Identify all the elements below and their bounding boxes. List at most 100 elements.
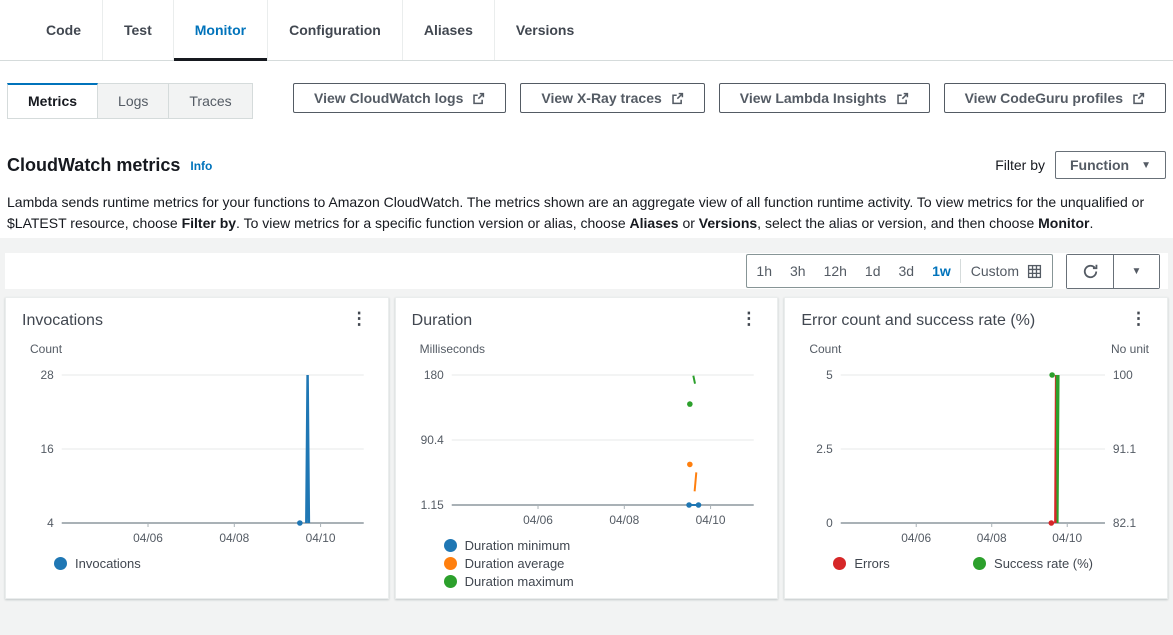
legend-item-duration-maximum[interactable]: Duration maximum	[444, 574, 602, 589]
subtab-traces[interactable]: Traces	[169, 83, 252, 119]
card-header: Invocations ⋮	[22, 312, 372, 330]
svg-text:16: 16	[41, 442, 55, 456]
view-lambda-insights-button[interactable]: View Lambda Insights	[719, 83, 930, 113]
chart-plot: 2816404/0604/0804/10	[22, 361, 372, 547]
button-label: View X-Ray traces	[541, 90, 661, 106]
filter-dropdown-value: Function	[1070, 157, 1129, 173]
axis-unit-row: Milliseconds	[412, 342, 762, 357]
legend-color-dot	[54, 557, 67, 570]
series-line	[693, 376, 695, 384]
metrics-cards: Invocations⋮Count2816404/0604/0804/10Inv…	[5, 297, 1168, 599]
tab-code[interactable]: Code	[25, 0, 102, 60]
tab-monitor[interactable]: Monitor	[173, 0, 267, 60]
series-marker	[297, 520, 303, 526]
button-label: View CloudWatch logs	[314, 90, 463, 106]
info-link[interactable]: Info	[190, 159, 212, 173]
range-3h[interactable]: 3h	[781, 255, 815, 287]
legend-item-errors[interactable]: Errors	[833, 556, 889, 571]
legend-color-dot	[444, 575, 457, 588]
external-link-icon	[671, 92, 684, 105]
series-marker	[695, 502, 701, 508]
time-bar: 1h3h12h1d3d1w Custom ▼	[5, 253, 1168, 289]
legend-label: Errors	[854, 556, 889, 571]
metric-card-1: Invocations⋮Count2816404/0604/0804/10Inv…	[5, 297, 389, 599]
series-line	[694, 472, 696, 491]
range-custom-label: Custom	[971, 263, 1019, 279]
external-link-icon	[1132, 92, 1145, 105]
chevron-down-icon: ▼	[1141, 160, 1151, 171]
svg-text:91.1: 91.1	[1113, 442, 1137, 456]
right-axis-unit-label: No unit	[1111, 342, 1149, 357]
range-1h[interactable]: 1h	[747, 255, 781, 287]
refresh-button[interactable]	[1067, 255, 1113, 288]
legend-label: Duration minimum	[465, 538, 570, 553]
legend-label: Invocations	[75, 556, 141, 571]
card-header: Duration ⋮	[412, 312, 762, 330]
legend-color-dot	[444, 557, 457, 570]
widget-menu-button[interactable]: ⋮	[347, 312, 372, 326]
chart-title: Duration	[412, 312, 472, 330]
legend-label: Duration maximum	[465, 574, 574, 589]
subtab-metrics[interactable]: Metrics	[7, 83, 98, 119]
svg-text:04/10: 04/10	[695, 513, 725, 527]
svg-text:04/10: 04/10	[1053, 531, 1083, 545]
refresh-options-button[interactable]: ▼	[1113, 255, 1159, 288]
button-label: View Lambda Insights	[740, 90, 887, 106]
tab-aliases[interactable]: Aliases	[402, 0, 494, 60]
left-axis-unit-label: Milliseconds	[420, 342, 485, 357]
view-cloudwatch-logs-button[interactable]: View CloudWatch logs	[293, 83, 506, 113]
svg-text:28: 28	[41, 368, 55, 382]
metrics-panel: 1h3h12h1d3d1w Custom ▼ Invocations ⋮ Count 2…	[0, 238, 1173, 635]
calendar-grid-icon	[1027, 264, 1042, 279]
tab-versions[interactable]: Versions	[494, 0, 595, 60]
svg-text:04/08: 04/08	[219, 531, 249, 545]
legend-item-invocations[interactable]: Invocations	[54, 556, 141, 571]
svg-text:2.5: 2.5	[817, 442, 834, 456]
metric-card-3: Error count and success rate (%) ⋮ Count No…	[784, 297, 1168, 599]
series-marker	[686, 502, 692, 508]
time-range-selector: 1h3h12h1d3d1w Custom	[746, 254, 1053, 288]
chart-legend: Invocations	[22, 556, 372, 571]
chart-title: Error count and success rate (%)	[801, 312, 1035, 330]
filter-dropdown[interactable]: Function ▼	[1055, 151, 1166, 179]
legend-item-duration-minimum[interactable]: Duration minimum	[444, 538, 602, 553]
chart-legend: Duration minimum Duration average Duration…	[412, 538, 762, 589]
widget-menu-button[interactable]: ⋮	[736, 312, 761, 326]
range-3d[interactable]: 3d	[890, 255, 924, 287]
svg-text:5: 5	[826, 368, 833, 382]
legend-color-dot	[973, 557, 986, 570]
svg-text:04/06: 04/06	[523, 513, 553, 527]
subtab-logs[interactable]: Logs	[98, 83, 169, 119]
axis-unit-row: Count No unit	[801, 342, 1151, 357]
view-x-ray-traces-button[interactable]: View X-Ray traces	[520, 83, 704, 113]
svg-text:82.1: 82.1	[1113, 516, 1137, 530]
svg-text:04/06: 04/06	[133, 531, 163, 545]
svg-text:04/10: 04/10	[306, 531, 336, 545]
legend-color-dot	[833, 557, 846, 570]
range-custom[interactable]: Custom	[960, 259, 1052, 283]
refresh-controls: ▼	[1066, 254, 1160, 289]
chart-title: Invocations	[22, 312, 103, 330]
range-1w[interactable]: 1w	[923, 255, 960, 287]
legend-color-dot	[444, 539, 457, 552]
series-marker	[1049, 520, 1055, 526]
svg-text:100: 100	[1113, 368, 1133, 382]
legend-item-duration-average[interactable]: Duration average	[444, 556, 602, 571]
left-axis-unit-label: Count	[809, 342, 841, 357]
series-marker	[687, 462, 693, 468]
legend-item-success-rate-[interactable]: Success rate (%)	[973, 556, 1093, 571]
function-tab-bar: CodeTestMonitorConfigurationAliasesVersi…	[0, 0, 1173, 61]
description: Lambda sends runtime metrics for your fu…	[7, 192, 1166, 234]
left-axis-unit-label: Count	[30, 342, 62, 357]
range-1d[interactable]: 1d	[856, 255, 890, 287]
tab-test[interactable]: Test	[102, 0, 173, 60]
svg-text:90.4: 90.4	[420, 433, 444, 447]
series-line	[1057, 375, 1059, 523]
range-12h[interactable]: 12h	[815, 255, 856, 287]
widget-menu-button[interactable]: ⋮	[1126, 312, 1151, 326]
view-codeguru-profiles-button[interactable]: View CodeGuru profiles	[944, 83, 1166, 113]
refresh-icon	[1082, 263, 1099, 280]
monitor-section: MetricsLogsTraces View CloudWatch logs Vi…	[0, 61, 1173, 234]
tab-configuration[interactable]: Configuration	[267, 0, 402, 60]
metric-card-2: Duration⋮Milliseconds18090.41.1504/0604/…	[395, 297, 779, 599]
